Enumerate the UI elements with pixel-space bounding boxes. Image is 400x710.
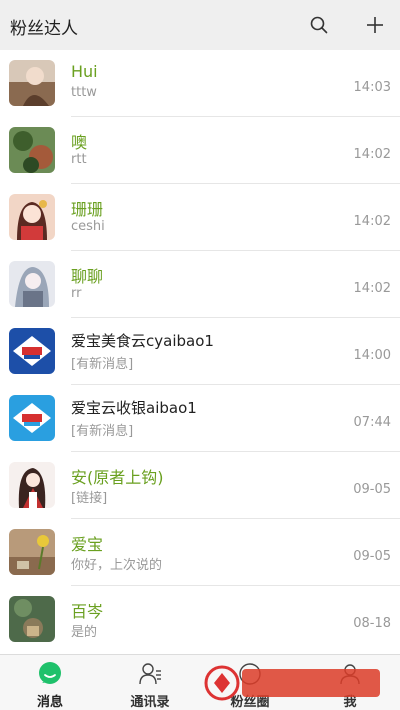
avatar <box>9 395 55 441</box>
chat-preview: rr <box>71 286 82 301</box>
header-bar: 粉丝达人 <box>0 0 400 50</box>
chat-name: 爱宝云收银aibao1 <box>71 399 197 417</box>
avatar <box>9 60 55 106</box>
tab-label: 消息 <box>36 695 63 710</box>
chat-time: 09-05 <box>353 549 391 564</box>
avatar <box>9 261 55 307</box>
chat-preview: [有新消息] <box>71 424 134 439</box>
chat-name: 爱宝美食云cyaibao1 <box>71 332 214 350</box>
chat-preview: 是的 <box>71 625 98 640</box>
tab-label: 通讯录 <box>130 695 170 710</box>
add-button[interactable] <box>362 12 388 38</box>
avatar <box>9 529 55 575</box>
search-button[interactable] <box>306 12 332 38</box>
chat-preview: ceshi <box>71 219 105 234</box>
avatar <box>9 127 55 173</box>
watermark-logo <box>204 665 380 701</box>
chat-name: 噢 <box>71 133 88 152</box>
avatar <box>9 462 55 508</box>
bottom-tab-bar: 消息 通讯录 粉丝圈 我 <box>0 654 400 710</box>
chat-row-an[interactable]: 安(原者上钩) [链接] 09-05 <box>0 452 400 519</box>
chat-time: 14:02 <box>353 147 391 162</box>
chat-row-aibao-cashier[interactable]: 爱宝云收银aibao1 [有新消息] 07:44 <box>0 385 400 452</box>
chat-row-liaoliao[interactable]: 聊聊 rr 14:02 <box>0 251 400 318</box>
chat-time: 08-18 <box>353 616 391 631</box>
chat-preview: [有新消息] <box>71 357 134 372</box>
chat-time: 14:00 <box>353 348 391 363</box>
chat-time: 14:02 <box>353 281 391 296</box>
tab-messages[interactable]: 消息 <box>0 655 100 710</box>
avatar <box>9 596 55 642</box>
chat-name: 珊珊 <box>71 200 104 219</box>
chat-time: 07:44 <box>353 415 391 430</box>
avatar <box>9 194 55 240</box>
chat-row-hui[interactable]: Hui tttw 14:03 <box>0 50 400 117</box>
chat-name: 安(原者上钩) <box>71 468 164 487</box>
tab-contacts[interactable]: 通讯录 <box>100 655 200 710</box>
chat-row-aibao-food[interactable]: 爱宝美食云cyaibao1 [有新消息] 14:00 <box>0 318 400 385</box>
chat-preview: rtt <box>71 152 87 167</box>
search-icon <box>310 16 328 34</box>
chat-preview: tttw <box>71 85 97 100</box>
chat-preview: 你好，上次说的 <box>71 558 163 573</box>
chat-row-baicen[interactable]: 百岑 是的 08-18 <box>0 586 400 653</box>
plus-icon <box>367 17 383 33</box>
chat-list: Hui tttw 14:03 噢 rtt 14:02 珊珊 ceshi 14:0… <box>0 50 400 654</box>
chat-name: 百岑 <box>71 602 104 621</box>
page-title: 粉丝达人 <box>10 19 78 39</box>
chat-time: 14:02 <box>353 214 391 229</box>
app-root: 粉丝达人 Hui tttw 14:03 噢 rtt 14:02 珊珊 ceshi… <box>0 0 400 710</box>
chat-row-o[interactable]: 噢 rtt 14:02 <box>0 117 400 184</box>
chat-name: Hui <box>71 62 98 81</box>
chat-name: 爱宝 <box>71 535 104 554</box>
chat-time: 09-05 <box>353 482 391 497</box>
avatar <box>9 328 55 374</box>
chat-preview: [链接] <box>71 491 108 506</box>
chat-row-shanshan[interactable]: 珊珊 ceshi 14:02 <box>0 184 400 251</box>
chat-name: 聊聊 <box>71 267 104 286</box>
contacts-icon <box>139 663 161 685</box>
chat-time: 14:03 <box>353 80 391 95</box>
chat-row-aibao[interactable]: 爱宝 你好，上次说的 09-05 <box>0 519 400 586</box>
chat-bubble-icon <box>39 662 61 684</box>
